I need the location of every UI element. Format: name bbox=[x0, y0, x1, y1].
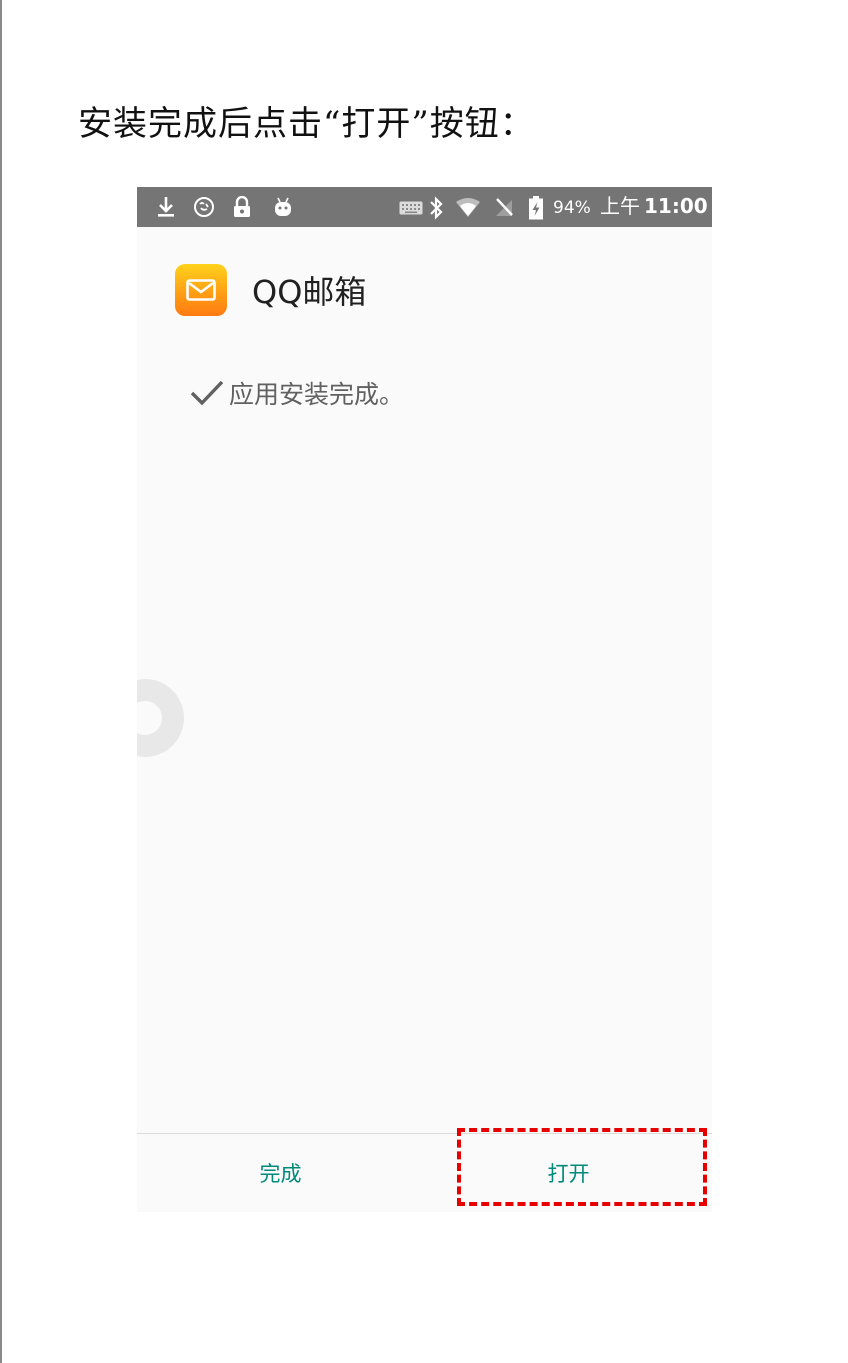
status-bar: 94% 上午 11:00 bbox=[137, 187, 712, 227]
battery-percent: 94% bbox=[553, 198, 591, 218]
install-success-text: 应用安装完成。 bbox=[229, 380, 405, 409]
status-time: 11:00 bbox=[644, 194, 708, 218]
mail-envelope-icon bbox=[175, 264, 227, 316]
instruction-text: 安装完成后点击“打开”按钮： bbox=[78, 104, 535, 144]
wifi-icon bbox=[456, 198, 480, 217]
status-time-prefix: 上午 bbox=[600, 194, 640, 218]
keyboard-icon bbox=[399, 201, 423, 215]
no-sim-icon bbox=[496, 198, 513, 216]
page-left-border bbox=[0, 0, 2, 1363]
bluetooth-icon bbox=[430, 196, 443, 220]
download-icon bbox=[158, 197, 174, 217]
android-icon bbox=[275, 197, 291, 216]
phone-screenshot: 94% 上午 11:00 QQ邮箱 应用安装完成。 完成 打开 bbox=[137, 187, 712, 1212]
lock-icon bbox=[234, 196, 250, 217]
app-header: QQ邮箱 bbox=[175, 264, 366, 316]
checkmark-icon bbox=[190, 380, 224, 406]
done-button[interactable]: 完成 bbox=[137, 1149, 424, 1199]
floating-assistive-ring-icon[interactable] bbox=[137, 677, 189, 759]
sync-icon bbox=[194, 197, 214, 217]
install-success-message: 应用安装完成。 bbox=[189, 375, 404, 411]
app-name: QQ邮箱 bbox=[252, 273, 367, 311]
open-button-highlight-box bbox=[457, 1128, 707, 1206]
battery-charging-icon bbox=[529, 196, 543, 220]
